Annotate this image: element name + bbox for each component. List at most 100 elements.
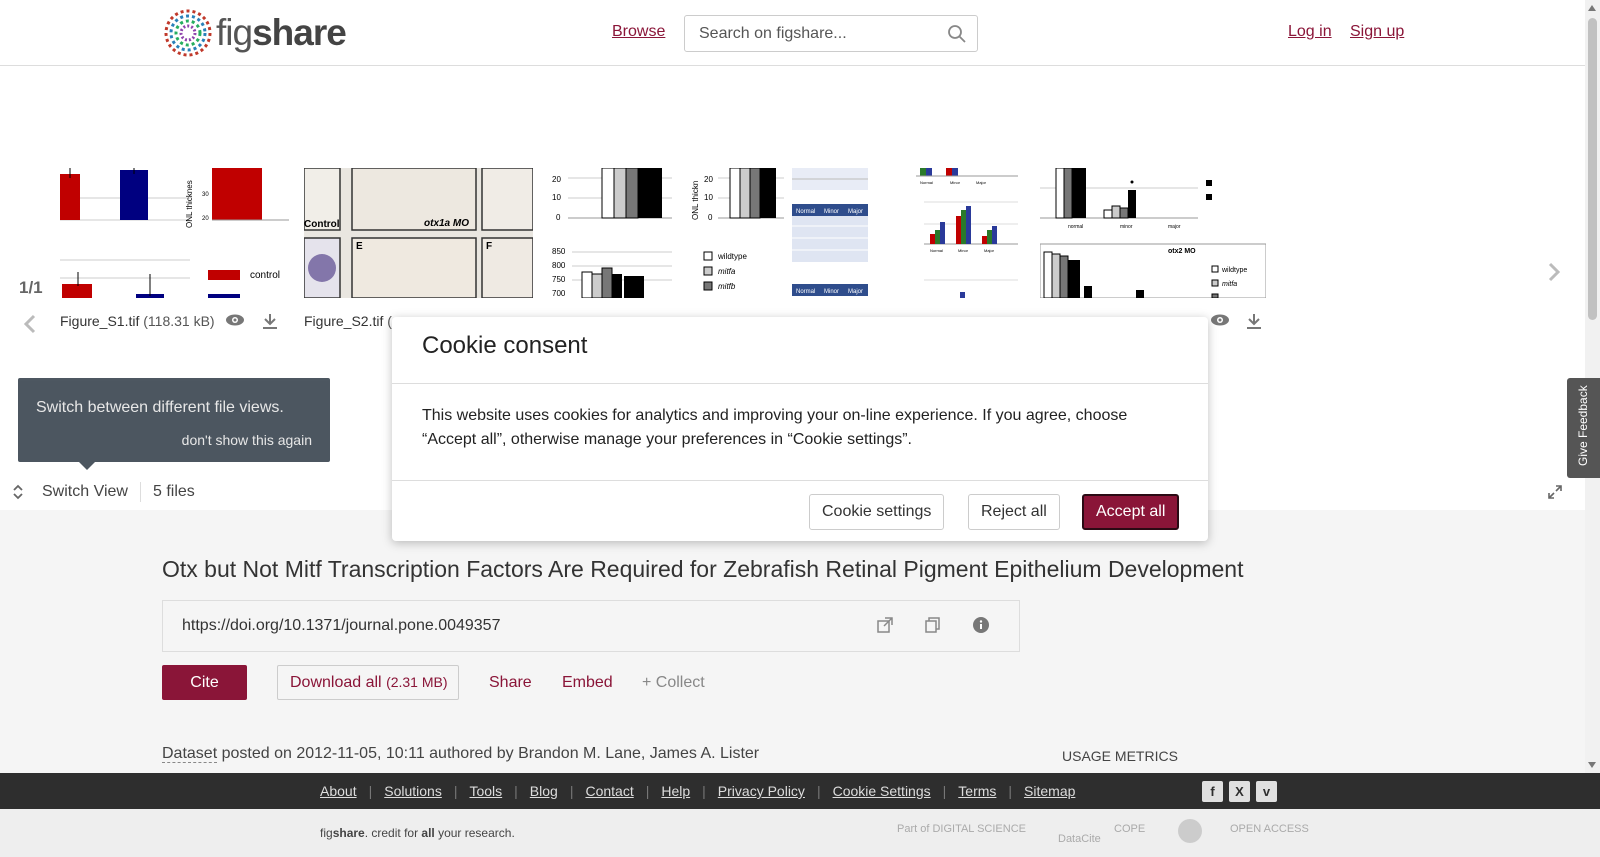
preview-eye-icon[interactable] (225, 313, 245, 327)
download-icon[interactable] (262, 313, 278, 329)
svg-text:normal: normal (1068, 224, 1083, 230)
doi-link[interactable]: https://doi.org/10.1371/journal.pone.004… (182, 617, 500, 635)
share-button[interactable]: Share (489, 674, 532, 692)
cite-button[interactable]: Cite (162, 665, 247, 700)
svg-text:Minor: Minor (824, 209, 839, 215)
file-name-s1: Figure_S1.tif (118.31 kB) (60, 313, 215, 329)
svg-text:wildtype: wildtype (717, 252, 747, 261)
svg-text:major: major (1168, 224, 1181, 230)
footer-link-privacy[interactable]: Privacy Policy (718, 783, 805, 799)
next-arrow-icon[interactable] (1546, 262, 1562, 282)
thumbnail-figure-s4[interactable]: ONL thickn 20 10 0 wildtype mitfa mitfb (688, 168, 784, 298)
footer-link-contact[interactable]: Contact (585, 783, 633, 799)
logo-text: figshare (216, 12, 347, 53)
page-counter: 1/1 (19, 278, 43, 297)
thumbnail-figure-s1[interactable]: ONL thicknes 30 20 control (60, 168, 289, 298)
dont-show-again-link[interactable]: don't show this again (182, 432, 312, 448)
svg-text:Minor: Minor (950, 180, 961, 185)
reject-all-button[interactable]: Reject all (968, 494, 1060, 530)
vimeo-icon[interactable]: v (1256, 781, 1277, 802)
svg-text:Minor: Minor (824, 289, 839, 295)
cookie-consent-dialog: Cookie consent This website uses cookies… (392, 317, 1208, 541)
s1-legend-control: control (250, 270, 280, 281)
info-icon[interactable] (973, 617, 989, 633)
footer-link-cookie-settings[interactable]: Cookie Settings (833, 783, 931, 799)
search-icon[interactable] (947, 24, 967, 44)
thumbnail-figure-s3[interactable]: 20 10 0 850 800 750 700 (548, 168, 672, 298)
switch-view-tooltip: Switch between different file views. don… (18, 378, 330, 470)
thumbnail-figure-s5[interactable]: Normal Minor Major Normal Minor Major (792, 168, 868, 298)
scrollbar-thumb[interactable] (1588, 18, 1597, 320)
figure-s4-image: ONL thickn 20 10 0 wildtype mitfa mitfb (691, 168, 784, 291)
download-all-button[interactable]: Download all (2.31 MB) (277, 665, 459, 700)
footer-tagline: figshare. credit for all your research. (320, 826, 515, 840)
facebook-icon[interactable]: f (1202, 781, 1223, 802)
s2-panel-e: E (356, 241, 363, 252)
signup-link[interactable]: Sign up (1350, 23, 1404, 41)
dialog-header: Cookie consent (392, 317, 1208, 384)
switch-view-icon[interactable] (11, 484, 25, 500)
download-icon-2[interactable] (1246, 313, 1262, 329)
accept-all-button[interactable]: Accept all (1082, 494, 1180, 530)
footer-link-tools[interactable]: Tools (469, 783, 502, 799)
external-link-icon[interactable] (877, 617, 893, 633)
svg-text:Normal: Normal (796, 209, 815, 215)
svg-text:30: 30 (202, 192, 209, 198)
footer-nav: About | Solutions | Tools | Blog | Contact | … (0, 773, 1600, 809)
footer-link-terms[interactable]: Terms (958, 783, 996, 799)
give-feedback-tab[interactable]: Give Feedback (1567, 378, 1600, 478)
divider (140, 482, 141, 502)
footer-link-sitemap[interactable]: Sitemap (1024, 783, 1075, 799)
scroll-up-icon[interactable] (1588, 5, 1596, 11)
doi-box: https://doi.org/10.1371/journal.pone.004… (162, 600, 1020, 652)
prev-arrow-icon[interactable] (22, 314, 38, 334)
dialog-body: This website uses cookies for analytics … (392, 384, 1208, 481)
give-feedback-label: Give Feedback (1576, 385, 1590, 466)
item-type-link[interactable]: Dataset (162, 745, 218, 763)
x-twitter-icon[interactable]: X (1229, 781, 1250, 802)
login-link[interactable]: Log in (1288, 23, 1332, 41)
thumbnail-figure-s7[interactable]: normal minor major otx2 MO wildtype mitf… (1040, 168, 1266, 298)
browse-link[interactable]: Browse (612, 23, 665, 41)
file-name-s2: Figure_S2.tif ( (304, 313, 392, 329)
thumbnail-figure-s2[interactable]: Control otx1a MO E F (304, 168, 533, 298)
figure-s2-image: Control otx1a MO E F (304, 168, 533, 298)
files-count: 5 files (153, 483, 195, 500)
digital-science-logo[interactable]: Part of DIGITAL SCIENCE (897, 823, 1026, 835)
footer-link-solutions[interactable]: Solutions (384, 783, 442, 799)
footer-link-help[interactable]: Help (661, 783, 690, 799)
svg-text:mitfa: mitfa (1222, 281, 1237, 288)
figshare-logo[interactable]: figshare (162, 8, 347, 58)
svg-text:10: 10 (552, 193, 561, 202)
thumbnail-figure-s6[interactable]: Normal Minor Major Normal Minor Major (916, 168, 1018, 298)
search-box[interactable] (684, 15, 978, 52)
svg-text:wildtype: wildtype (1221, 267, 1247, 274)
svg-text:Normal: Normal (796, 289, 815, 295)
switch-view-button[interactable]: Switch View (42, 483, 128, 501)
article-title: Otx but Not Mitf Transcription Factors A… (162, 556, 1244, 582)
figure-s7-image: normal minor major otx2 MO wildtype mitf… (1040, 168, 1266, 298)
cope-logo[interactable]: COPE (1114, 823, 1145, 835)
fullscreen-icon[interactable] (1547, 484, 1563, 500)
figure-s5-image: Normal Minor Major Normal Minor Major (792, 168, 868, 296)
footer-link-about[interactable]: About (320, 783, 357, 799)
open-access-logo[interactable]: OPEN ACCESS (1230, 823, 1309, 835)
figure-s1-image: ONL thicknes 30 20 control (60, 168, 289, 298)
svg-text:minor: minor (1120, 224, 1133, 230)
article-main: Otx but Not Mitf Transcription Factors A… (0, 510, 1585, 773)
embed-button[interactable]: Embed (562, 674, 613, 692)
svg-text:Major: Major (848, 209, 863, 215)
preview-eye-icon-2[interactable] (1210, 313, 1230, 327)
figshare-logo-mark-icon (164, 9, 212, 57)
datacite-logo[interactable]: DataCite (1058, 833, 1101, 845)
cookie-settings-button[interactable]: Cookie settings (809, 494, 945, 530)
footer-link-blog[interactable]: Blog (530, 783, 558, 799)
search-input[interactable] (685, 16, 935, 51)
svg-text:0: 0 (556, 213, 561, 222)
collect-button[interactable]: + Collect (642, 674, 705, 692)
copy-icon[interactable] (925, 617, 941, 633)
svg-text:Normal: Normal (920, 180, 933, 185)
partner-seal-icon[interactable] (1178, 819, 1202, 843)
svg-text:20: 20 (704, 175, 713, 184)
scroll-down-icon[interactable] (1588, 762, 1596, 768)
